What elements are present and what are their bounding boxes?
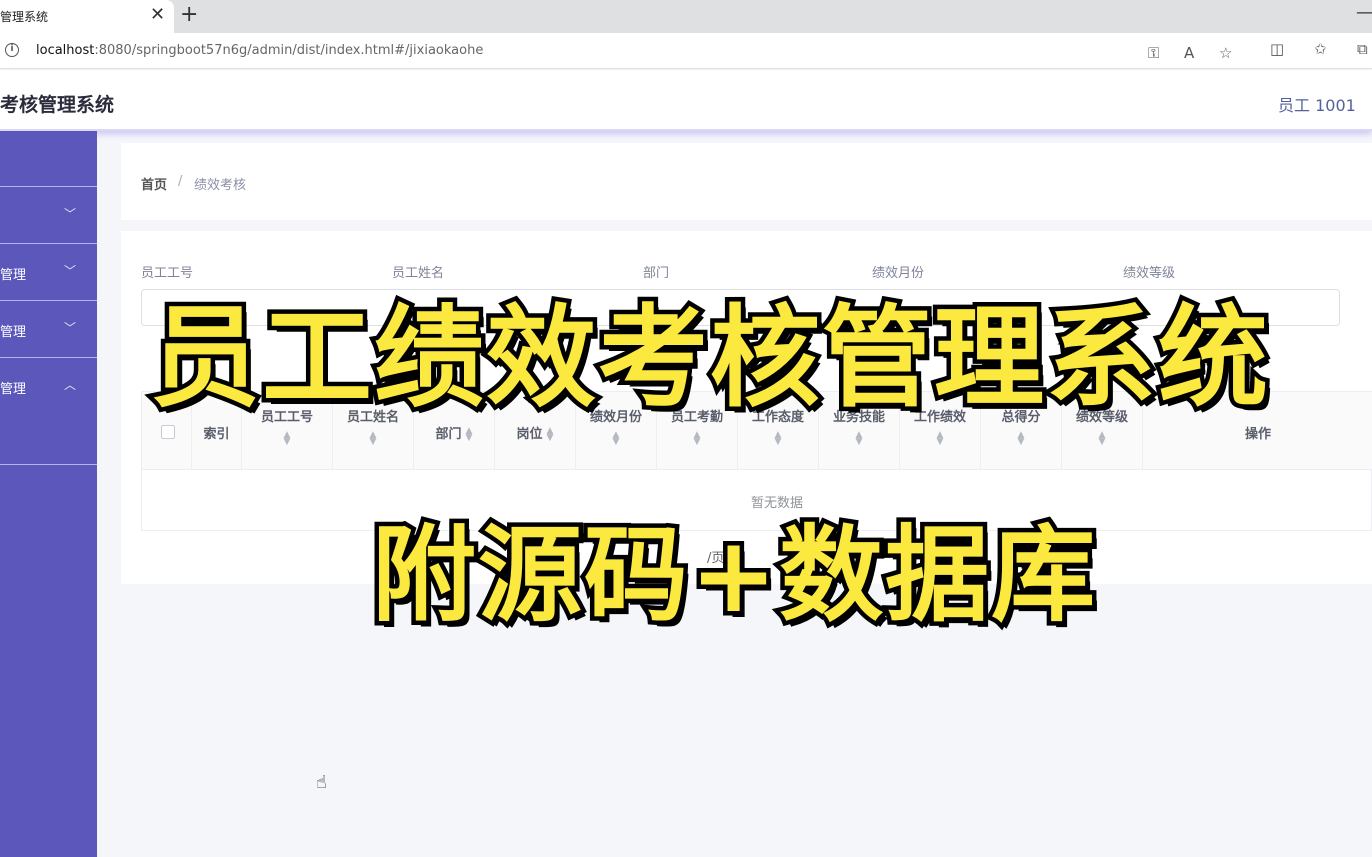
hand-cursor-icon: ☝ — [316, 772, 327, 793]
url-path: :8080/springboot57n6g/admin/dist/index.h… — [94, 43, 484, 58]
breadcrumb-home[interactable]: 首页 — [141, 174, 167, 193]
sort-icon[interactable]: ▲ ▼ — [547, 426, 554, 442]
favorite-add-icon[interactable]: ☆ — [1219, 44, 1232, 62]
url-field[interactable]: i localhost:8080/springboot57n6g/admin/d… — [0, 37, 1250, 65]
breadcrumb-current: 绩效考核 — [194, 178, 247, 193]
sort-icon[interactable]: ▲ ▼ — [738, 431, 818, 447]
tab-title: 管理系统 — [0, 10, 49, 24]
favorites-icon[interactable]: ✩ — [1314, 40, 1327, 58]
browser-tab-bar: 管理系统 ✕ + — — [0, 0, 1372, 33]
sidebar-item-2[interactable]: 管理 ﹀ — [0, 244, 97, 301]
collections-icon[interactable]: ⧉ — [1357, 40, 1368, 58]
sidebar-item-label: 管理 — [0, 382, 27, 397]
app-title: 考核管理系统 — [0, 94, 115, 116]
site-info-icon[interactable]: i — [5, 43, 19, 57]
breadcrumb-separator: / — [178, 174, 183, 189]
sort-icon[interactable]: ▲ ▼ — [1062, 431, 1142, 447]
column-title: 部门 — [435, 427, 462, 442]
sidebar-item-3[interactable]: 管理 ﹀ — [0, 301, 97, 358]
split-screen-icon[interactable]: ◫ — [1270, 40, 1284, 58]
read-aloud-icon[interactable]: A — [1184, 44, 1194, 62]
url-host: localhost — [36, 43, 95, 58]
address-bar: i localhost:8080/springboot57n6g/admin/d… — [0, 33, 1372, 69]
minimize-icon[interactable]: — — [1356, 2, 1372, 23]
chevron-up-icon: ︿ — [64, 378, 77, 392]
sort-icon[interactable]: ▲ ▼ — [242, 431, 332, 447]
sidebar-item-label: 管理 — [0, 325, 27, 340]
sidebar-item-label: 管理 — [0, 268, 27, 283]
new-tab-icon[interactable]: + — [180, 3, 198, 27]
key-icon[interactable]: ⚿ — [1148, 44, 1159, 62]
sort-icon[interactable]: ▲ ▼ — [576, 431, 656, 447]
sort-icon[interactable]: ▲ ▼ — [466, 426, 473, 442]
sidebar-item-4[interactable]: 管理 ︿ — [0, 358, 97, 465]
sidebar-item-top[interactable] — [0, 131, 97, 187]
user-name[interactable]: 员工 1001 — [1278, 92, 1356, 116]
close-tab-icon[interactable]: ✕ — [150, 5, 165, 25]
app-header: 考核管理系统 员工 1001 — [0, 70, 1372, 131]
overlay-title: 员工绩效考核管理系统 — [146, 290, 1273, 427]
sort-icon[interactable]: ▲ ▼ — [981, 431, 1061, 447]
sidebar-item-1[interactable]: ﹀ — [0, 187, 97, 244]
browser-tab[interactable]: 管理系统 ✕ — [0, 0, 174, 33]
overlay-subtitle: 附源码+数据库 — [367, 510, 1099, 641]
url-text[interactable]: localhost:8080/springboot57n6g/admin/dis… — [36, 43, 483, 58]
chevron-down-icon: ﹀ — [64, 264, 77, 278]
sort-icon[interactable]: ▲ ▼ — [333, 431, 413, 447]
sort-icon[interactable]: ▲ ▼ — [900, 431, 980, 447]
sort-icon[interactable]: ▲ ▼ — [657, 431, 737, 447]
breadcrumb: 首页 / 绩效考核 — [121, 143, 1372, 220]
column-title: 岗位 — [516, 427, 543, 442]
chevron-down-icon: ﹀ — [64, 321, 77, 335]
chevron-down-icon: ﹀ — [64, 207, 77, 221]
sort-icon[interactable]: ▲ ▼ — [819, 431, 899, 447]
sidebar: ﹀ 管理 ﹀ 管理 ﹀ 管理 ︿ — [0, 131, 97, 857]
